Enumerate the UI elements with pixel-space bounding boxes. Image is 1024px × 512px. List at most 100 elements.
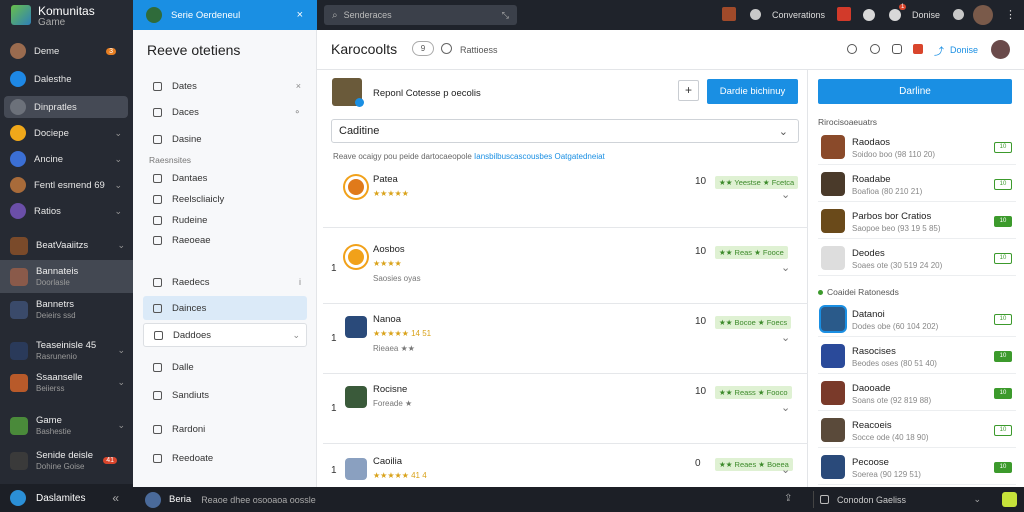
collapse-icon[interactable]: « <box>112 491 119 505</box>
avatar[interactable] <box>973 5 993 25</box>
player-toggle[interactable]: 10 <box>994 462 1012 473</box>
game-item[interactable]: Ssaanselle Beiierss ⌄ <box>0 366 133 399</box>
player-toggle[interactable]: 10 <box>994 425 1012 436</box>
player-toggle[interactable]: 10 <box>994 351 1012 362</box>
row-avatar[interactable] <box>345 246 367 268</box>
filter-icon[interactable]: ⤡ <box>502 10 509 21</box>
row-avatar[interactable] <box>345 386 367 408</box>
result-row[interactable]: 1 Aosbos ★★★★ Saosies oyas 10 ★★ Reas ★ Fooce… <box>323 234 808 304</box>
search-box[interactable]: ⌕ Senderaces ⤡ <box>324 5 517 25</box>
player-item[interactable]: Datanoi Dodes obe (60 104 202) 10 <box>818 300 1016 337</box>
search-icon: ⌕ <box>332 9 338 21</box>
bottom-dropdown[interactable]: Conodon Gaeliss ⌄ <box>813 491 993 508</box>
game-thumb-icon[interactable] <box>722 7 736 21</box>
sidebar-item[interactable]: Dalesthe <box>4 68 128 90</box>
filter-item[interactable]: Raedecs i <box>143 270 307 294</box>
share-icon[interactable]: ⤴ <box>934 43 944 58</box>
player-item[interactable]: Reacoeis Socce ode (40 18 90) 10 <box>818 411 1016 448</box>
user2-label[interactable]: Donise <box>912 10 940 20</box>
row-avatar[interactable] <box>345 176 367 198</box>
close-icon[interactable]: × <box>297 9 303 21</box>
row-tag[interactable]: ★★ Reass ★ Fooco <box>715 386 792 399</box>
header-user-label[interactable]: Donise <box>950 45 978 55</box>
result-row[interactable]: 1 Nanoa ★★★★★ 14 51 Rieaea ★★ 10 ★★ Bocoe ★ F… <box>323 304 808 374</box>
hint-link[interactable]: Iansbilbuscascousbes Oatgatedneiat <box>474 152 605 161</box>
player-toggle[interactable]: 10 <box>994 179 1012 190</box>
sidebar-item[interactable]: Ancine ⌄ <box>4 148 128 170</box>
player-toggle[interactable]: 10 <box>994 388 1012 399</box>
filter-item[interactable]: Daddoes ⌄ <box>143 323 307 347</box>
add-button[interactable]: + <box>678 80 699 101</box>
chevron-down-icon[interactable]: ⌄ <box>781 188 790 201</box>
player-toggle[interactable]: 10 <box>994 253 1012 264</box>
category-dropdown[interactable]: Caditine ⌄ <box>331 119 799 143</box>
player-item[interactable]: Roadabe Boafioa (80 210 21) 10 <box>818 165 1016 202</box>
item-action-icon[interactable]: i <box>299 277 301 287</box>
filter-item[interactable]: Rardoni <box>143 417 307 441</box>
game-item[interactable]: Teaseinisle 45 Rasrunenio ⌄ <box>0 334 133 367</box>
chevron-down-icon[interactable]: ⌄ <box>781 261 790 274</box>
sidebar-footer[interactable]: Daslamites « <box>0 484 133 512</box>
sidebar-item[interactable]: Dinpratles <box>4 96 128 118</box>
filter-item[interactable]: Dasine <box>143 127 307 151</box>
settings-icon[interactable] <box>750 9 761 20</box>
player-toggle[interactable]: 10 <box>994 142 1012 153</box>
bell-icon[interactable] <box>892 44 902 54</box>
count-pill[interactable]: 9 <box>412 41 434 56</box>
chevron-down-icon[interactable]: ⌄ <box>781 401 790 414</box>
chevron-down-icon[interactable]: ⌄ <box>781 331 790 344</box>
filter-item[interactable]: Raeoeae <box>143 228 307 252</box>
more-icon[interactable]: ⋮ <box>1005 8 1016 21</box>
filter-item[interactable]: Reedoate <box>143 446 307 470</box>
player-item[interactable]: Raodaos Soidoo boo (98 110 20) 10 <box>818 128 1016 165</box>
clock-icon[interactable] <box>847 44 857 54</box>
online-button[interactable]: Darline <box>818 79 1012 104</box>
user-label[interactable]: Converations <box>772 10 825 20</box>
sidebar-item[interactable]: Dociepe ⌄ <box>4 122 128 144</box>
sidebar-item[interactable]: Fentl esmend 69 ⌄ <box>4 174 128 196</box>
send-icon[interactable]: ⇪ <box>784 493 792 504</box>
result-row[interactable]: 1 Rocisne Foreade ★ 10 ★★ Reass ★ Fooco ⌄ <box>323 374 808 444</box>
alert-icon[interactable] <box>913 44 923 54</box>
player-item[interactable]: Daooade Soans ote (92 819 88) 10 <box>818 374 1016 411</box>
alert-icon[interactable] <box>889 9 901 21</box>
filter-item[interactable]: Daces ⚬ <box>143 100 307 124</box>
player-item[interactable]: Parbos bor Cratios Saopoe beo (93 19 5 85… <box>818 202 1016 239</box>
filter-item[interactable]: Dalle <box>143 355 307 379</box>
filter-item[interactable]: Sandiuts <box>143 383 307 407</box>
game-item[interactable]: Bannateis Doorlasle <box>0 260 133 293</box>
player-toggle[interactable]: 10 <box>994 216 1012 227</box>
status-icon[interactable] <box>1002 492 1017 507</box>
game-item[interactable]: Senide deisle Dohine Goise 41 <box>0 444 133 477</box>
filter-item[interactable]: Dainces <box>143 296 307 320</box>
row-tag[interactable]: ★★ Reas ★ Fooce <box>715 246 788 259</box>
game-item[interactable]: Game Bashestie ⌄ <box>0 409 133 442</box>
row-avatar[interactable] <box>345 458 367 480</box>
item-action-icon[interactable]: ⌄ <box>292 330 300 341</box>
bottom-avatar[interactable] <box>145 491 161 508</box>
brand[interactable]: Komunitas Game <box>8 3 133 33</box>
row-tag[interactable]: ★★ Bocoe ★ Foecs <box>715 316 792 329</box>
search-input[interactable]: Senderaces <box>344 10 392 20</box>
primary-action-button[interactable]: Dardie bichinuy <box>707 79 798 104</box>
item-action-icon[interactable]: × <box>296 81 301 91</box>
game-item[interactable]: BeatVaaiitzs ⌄ <box>0 229 133 262</box>
item-action-icon[interactable]: ⚬ <box>293 107 301 118</box>
notification-icon[interactable] <box>837 7 851 21</box>
result-row[interactable]: Patea ★★★★★ 10 ★★ Yeestse ★ Fcetca ⌄ <box>323 164 808 228</box>
sidebar-item[interactable]: Deme 3 <box>4 40 128 62</box>
game-item[interactable]: Bannetrs Deieirs ssd <box>0 293 133 326</box>
sidebar-item[interactable]: Ratios ⌄ <box>4 200 128 222</box>
chat-icon[interactable] <box>863 9 875 21</box>
row-avatar[interactable] <box>345 316 367 338</box>
player-item[interactable]: Deodes Soaes ote (30 519 24 20) 10 <box>818 239 1016 276</box>
filter-item[interactable]: Dates × <box>143 74 307 98</box>
player-item[interactable]: Rasocises Beodes oses (80 51 40) 10 <box>818 337 1016 374</box>
chevron-down-icon[interactable]: ⌄ <box>781 463 790 476</box>
gear-icon[interactable] <box>870 44 880 54</box>
info-icon[interactable] <box>953 9 964 20</box>
player-toggle[interactable]: 10 <box>994 314 1012 325</box>
player-item[interactable]: Pecoose Soerea (90 129 51) 10 <box>818 448 1016 485</box>
header-avatar[interactable] <box>991 40 1010 59</box>
info-icon[interactable] <box>441 43 452 54</box>
